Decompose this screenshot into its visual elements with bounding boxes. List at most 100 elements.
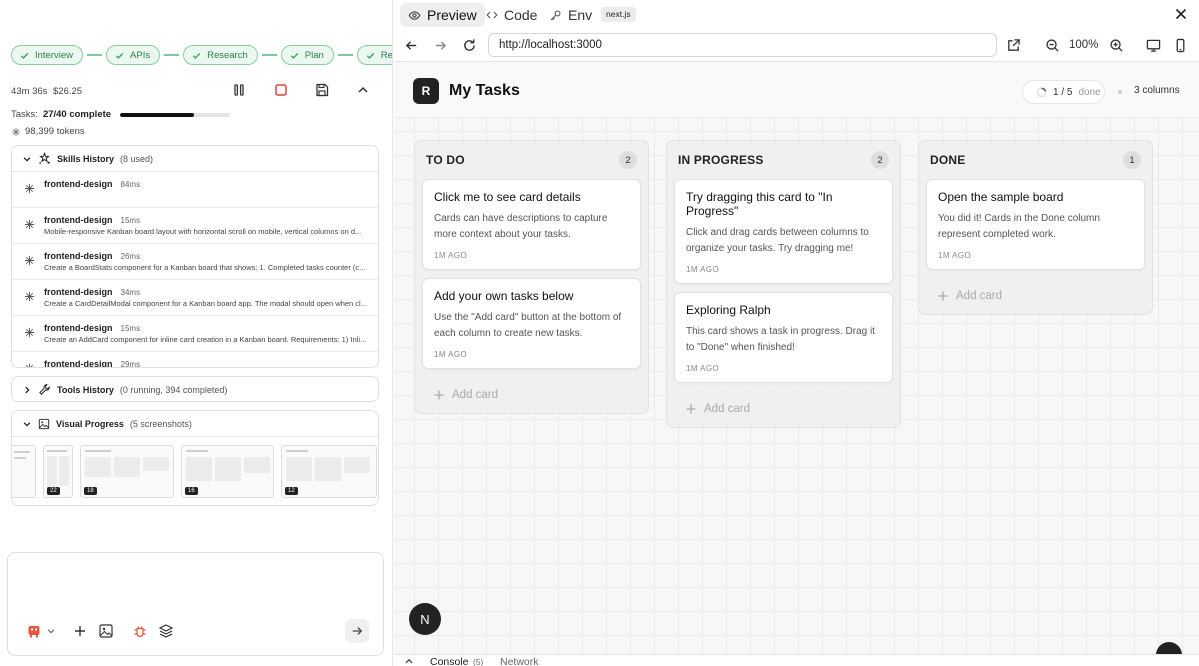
tokens-value: 98,399 tokens [25,126,85,137]
url-input[interactable]: http://localhost:3000 [488,33,997,57]
column-count-badge: 1 [1123,151,1141,169]
skill-description: Create an AddCard component for inline c… [44,335,367,344]
step-interview[interactable]: Interview [11,45,84,65]
key-icon [550,10,561,20]
thumb-badge: 18 [84,487,97,495]
tab-preview[interactable]: Preview [400,3,485,27]
console-tab[interactable]: Console [430,656,469,666]
tab-env[interactable]: Env [541,3,600,27]
column-done: DONE 1 Open the sample board You did it!… [918,140,1153,315]
skill-description: Mobile-responsive Kanban board layout wi… [44,227,362,236]
step-research[interactable]: Research [183,45,258,65]
plus-icon[interactable] [72,623,88,639]
close-icon[interactable] [1174,7,1188,21]
layers-icon[interactable] [158,623,174,639]
screenshot-thumb-partial[interactable] [12,445,36,498]
skill-name: frontend-design [44,323,113,333]
desktop-icon[interactable] [1146,38,1161,53]
check-icon [290,52,298,59]
external-link-icon[interactable] [1006,38,1021,53]
step-plan[interactable]: Plan [280,45,334,65]
plus-icon [434,390,444,400]
add-card-button[interactable]: Add card [919,278,1152,314]
tab-label: Code [504,7,538,23]
pause-icon[interactable] [231,82,247,98]
chevron-down-icon[interactable] [46,623,56,639]
thumb-column [85,457,111,477]
task-card[interactable]: Open the sample board You did it! Cards … [926,179,1145,270]
thumb-line [47,450,67,452]
refresh-icon[interactable] [462,38,477,53]
visual-progress-header[interactable]: Visual Progress (5 screenshots) [12,411,378,436]
chevron-up-icon[interactable] [404,657,414,665]
screenshot-thumb[interactable]: 12 [281,445,377,498]
step-label: APIs [130,49,151,61]
card-title: Add your own tasks below [434,289,574,303]
thumb-column [286,457,312,481]
agent-avatar-icon[interactable] [26,623,42,639]
stop-icon[interactable] [273,82,289,98]
skills-history-header[interactable]: Skills History (8 used) [12,146,378,171]
composer-toolbar [26,619,369,643]
column-header: DONE 1 [919,141,1152,179]
eye-icon [408,10,421,20]
token-usage: 98,399 tokens [11,126,85,137]
add-card-button[interactable]: Add card [415,377,648,413]
column-todo: TO DO 2 Click me to see card details Car… [414,140,649,414]
tools-history-header[interactable]: Tools History (0 running, 394 completed) [12,377,378,401]
board-stats: 1 / 5 done [1022,80,1105,104]
chevron-up-icon[interactable] [355,82,371,98]
task-card[interactable]: Try dragging this card to "In Progress" … [674,179,893,284]
bug-icon[interactable] [132,623,148,639]
image-icon[interactable] [98,623,114,639]
skill-item[interactable]: frontend-design 26ms Create a BoardStats c… [12,244,378,280]
arrow-right-icon [352,627,363,635]
send-button[interactable] [345,619,369,643]
skill-item[interactable]: frontend-design 29ms [12,352,378,367]
sparkle-icon [24,183,35,194]
image-icon [38,418,50,429]
thumb-line [14,457,26,459]
tab-code[interactable]: Code [478,3,545,27]
check-icon [366,52,374,59]
card-title: Try dragging this card to "In Progress" [686,190,833,218]
skill-duration: 15ms [120,324,141,333]
step-apis[interactable]: APIs [106,45,161,65]
screenshot-thumb[interactable]: 18 [80,445,174,498]
add-card-button[interactable]: Add card [667,391,900,427]
step-review[interactable]: Review [356,45,392,65]
column-header: IN PROGRESS 2 [667,141,900,179]
screenshot-strip[interactable]: 22 18 16 12 [12,436,378,505]
console-bar: Console (5) Network [394,654,1199,666]
screenshot-thumb[interactable]: 22 [43,445,73,498]
mobile-icon[interactable] [1173,38,1188,53]
nextjs-dev-indicator[interactable]: N [409,603,441,635]
skill-item[interactable]: frontend-design 34ms Create a CardDetailMo… [12,280,378,316]
column-title: DONE [930,153,966,167]
task-card[interactable]: Exploring Ralph This card shows a task i… [674,292,893,383]
back-icon[interactable] [404,38,419,53]
screenshot-thumb[interactable]: 16 [181,445,274,498]
skills-list[interactable]: frontend-design 84ms frontend-design 15ms M… [12,171,378,367]
tools-history-section[interactable]: Tools History (0 running, 394 completed) [11,376,379,402]
console-count: (5) [473,657,484,666]
zoom-out-icon[interactable] [1045,38,1060,53]
step-connector [337,54,353,56]
network-tab[interactable]: Network [500,656,539,666]
board-title: My Tasks [449,82,520,99]
skill-item[interactable]: frontend-design 15ms Create an AddCard com… [12,316,378,352]
step-label: Research [207,49,248,61]
skill-item[interactable]: frontend-design 15ms Mobile-responsive Kan… [12,208,378,244]
chat-composer[interactable] [7,552,384,656]
skill-item[interactable]: frontend-design 84ms [12,172,378,208]
columns-count: 3 columns [1134,85,1180,96]
column-title: IN PROGRESS [678,153,764,167]
save-icon[interactable] [314,82,330,98]
forward-icon[interactable] [433,38,448,53]
zoom-in-icon[interactable] [1109,38,1124,53]
board-header: R My Tasks 1 / 5 done 3 columns [394,62,1199,118]
card-timestamp: 1M AGO [686,364,720,373]
task-card[interactable]: Add your own tasks below Use the "Add ca… [422,278,641,369]
task-card[interactable]: Click me to see card details Cards can h… [422,179,641,270]
run-stats: 43m 36s $26.25 [11,82,378,98]
